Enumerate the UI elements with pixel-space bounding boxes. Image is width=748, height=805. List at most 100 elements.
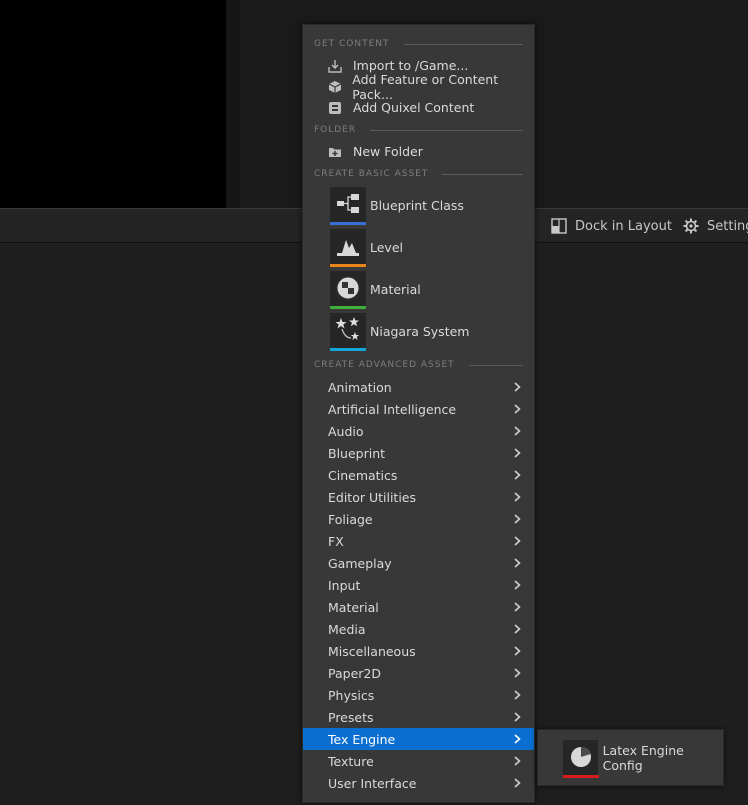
menu-item-label: Add Quixel Content <box>353 100 475 115</box>
menu-category-media[interactable]: Media <box>303 618 534 640</box>
chevron-right-icon <box>514 690 524 700</box>
menu-category-label: Artificial Intelligence <box>328 401 457 417</box>
settings-label: Settings <box>707 218 748 234</box>
menu-category-label: User Interface <box>328 775 417 791</box>
menu-category-label: Cinematics <box>328 467 398 483</box>
dock-layout-icon <box>551 218 567 234</box>
menu-category-input[interactable]: Input <box>303 574 534 596</box>
chevron-right-icon <box>514 426 524 436</box>
submenu-item-label: Latex Engine Config <box>602 743 684 773</box>
menu-category-foliage[interactable]: Foliage <box>303 508 534 530</box>
settings-button[interactable]: Settings <box>683 209 748 243</box>
chevron-right-icon <box>514 734 524 744</box>
chevron-right-icon <box>514 492 524 502</box>
quixel-icon <box>327 100 343 116</box>
chevron-right-icon <box>514 514 524 524</box>
chevron-right-icon <box>514 778 524 788</box>
section-header-label: CREATE BASIC ASSET <box>314 169 429 179</box>
chevron-right-icon <box>514 580 524 590</box>
menu-item-new-folder[interactable]: New Folder <box>303 141 534 162</box>
menu-category-artificial-intelligence[interactable]: Artificial Intelligence <box>303 398 534 420</box>
menu-category-texture[interactable]: Texture <box>303 750 534 772</box>
menu-category-label: Tex Engine <box>328 731 396 747</box>
basic-asset-label: Niagara System <box>370 323 470 339</box>
asset-color-bar <box>563 775 599 778</box>
menu-item-add-quixel[interactable]: Add Quixel Content <box>303 97 534 118</box>
menu-category-label: Paper2D <box>328 665 381 681</box>
basic-asset-label: Level <box>370 239 403 255</box>
section-header-folder: FOLDER <box>314 123 523 137</box>
basic-asset-material[interactable]: Material <box>303 269 534 309</box>
section-header-basic-asset: CREATE BASIC ASSET <box>314 167 523 181</box>
asset-color-bar <box>330 222 366 225</box>
dock-in-layout-button[interactable]: Dock in Layout <box>551 209 672 243</box>
viewport-panel[interactable] <box>0 0 226 208</box>
chevron-right-icon <box>514 536 524 546</box>
basic-asset-blueprint-class[interactable]: Blueprint Class <box>303 185 534 225</box>
basic-asset-niagara-system[interactable]: Niagara System <box>303 311 534 351</box>
level-icon <box>330 229 366 267</box>
menu-category-label: Audio <box>328 423 364 439</box>
niagara-system-icon <box>330 313 366 351</box>
chevron-right-icon <box>514 382 524 392</box>
menu-category-cinematics[interactable]: Cinematics <box>303 464 534 486</box>
menu-category-label: Material <box>328 599 379 615</box>
menu-category-label: Input <box>328 577 361 593</box>
menu-category-label: Animation <box>328 379 392 395</box>
menu-category-user-interface[interactable]: User Interface <box>303 772 534 794</box>
menu-category-gameplay[interactable]: Gameplay <box>303 552 534 574</box>
section-header-label: FOLDER <box>314 125 357 135</box>
chevron-right-icon <box>514 756 524 766</box>
menu-category-blueprint[interactable]: Blueprint <box>303 442 534 464</box>
gear-icon <box>683 218 699 234</box>
chevron-right-icon <box>514 404 524 414</box>
chevron-right-icon <box>514 624 524 634</box>
menu-category-miscellaneous[interactable]: Miscellaneous <box>303 640 534 662</box>
panel-splitter[interactable] <box>226 0 240 208</box>
section-header-get-content: GET CONTENT <box>314 37 523 51</box>
section-header-advanced-asset: CREATE ADVANCED ASSET <box>314 358 523 372</box>
basic-asset-level[interactable]: Level <box>303 227 534 267</box>
menu-category-label: Miscellaneous <box>328 643 416 659</box>
blueprint-class-icon <box>330 187 366 225</box>
tex-engine-submenu: Latex Engine Config <box>537 729 724 786</box>
chevron-right-icon <box>514 448 524 458</box>
asset-color-bar <box>330 306 366 309</box>
add-asset-context-menu: GET CONTENT Import to /Game... Add Featu… <box>302 24 535 803</box>
menu-category-label: Physics <box>328 687 375 703</box>
menu-item-label: New Folder <box>353 144 423 159</box>
chevron-right-icon <box>514 668 524 678</box>
menu-category-label: Foliage <box>328 511 373 527</box>
menu-category-tex-engine[interactable]: Tex Engine <box>303 728 534 750</box>
section-header-label: CREATE ADVANCED ASSET <box>314 360 455 370</box>
menu-item-add-feature-pack[interactable]: Add Feature or Content Pack... <box>303 72 534 102</box>
menu-category-label: FX <box>328 533 344 549</box>
content-pack-icon <box>327 79 342 95</box>
menu-category-presets[interactable]: Presets <box>303 706 534 728</box>
chevron-right-icon <box>514 646 524 656</box>
new-folder-icon <box>327 144 343 160</box>
menu-category-audio[interactable]: Audio <box>303 420 534 442</box>
chevron-right-icon <box>514 712 524 722</box>
menu-category-label: Presets <box>328 709 374 725</box>
menu-category-material[interactable]: Material <box>303 596 534 618</box>
basic-asset-label: Material <box>370 281 421 297</box>
menu-category-label: Blueprint <box>328 445 386 461</box>
section-header-label: GET CONTENT <box>314 39 390 49</box>
import-icon <box>327 58 343 74</box>
chevron-right-icon <box>514 558 524 568</box>
submenu-item-latex-engine-config[interactable]: Latex Engine Config <box>538 737 723 779</box>
menu-category-label: Media <box>328 621 366 637</box>
asset-color-bar <box>330 348 366 351</box>
material-icon <box>330 271 366 309</box>
menu-category-paper2d[interactable]: Paper2D <box>303 662 534 684</box>
menu-category-label: Texture <box>328 753 374 769</box>
latex-engine-config-icon <box>563 740 599 778</box>
menu-category-animation[interactable]: Animation <box>303 376 534 398</box>
asset-color-bar <box>330 264 366 267</box>
chevron-right-icon <box>514 470 524 480</box>
chevron-right-icon <box>514 602 524 612</box>
menu-category-physics[interactable]: Physics <box>303 684 534 706</box>
menu-category-editor-utilities[interactable]: Editor Utilities <box>303 486 534 508</box>
menu-category-fx[interactable]: FX <box>303 530 534 552</box>
